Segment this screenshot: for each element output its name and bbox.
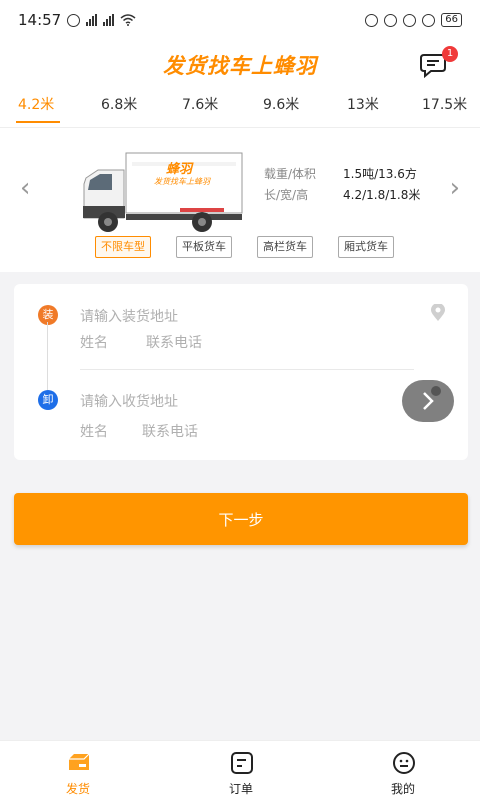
tab-13m[interactable]: 13米	[347, 94, 379, 114]
nav-profile[interactable]: 我的	[363, 741, 443, 800]
active-tab-indicator	[16, 121, 60, 123]
notification-icon	[67, 13, 81, 27]
vibrate-icon	[365, 13, 379, 27]
swap-address-button[interactable]	[402, 380, 454, 422]
tab-4-2m[interactable]: 4.2米	[18, 94, 54, 114]
load-name-input[interactable]: 姓名	[80, 332, 108, 352]
nav-profile-label: 我的	[390, 782, 415, 796]
truck-brand-text: 蜂羽	[166, 162, 193, 177]
nav-ship[interactable]: 发货	[38, 741, 118, 800]
profile-icon	[393, 752, 415, 774]
status-time: 14:57	[18, 11, 62, 29]
unload-name-input[interactable]: 姓名	[80, 421, 108, 441]
load-dot: 装	[38, 305, 58, 325]
status-bar: 14:57 66	[0, 0, 480, 40]
nav-orders-label: 订单	[228, 782, 253, 796]
message-button[interactable]: 1	[420, 46, 458, 79]
location-pin-icon[interactable]	[430, 304, 446, 322]
truck-image: 蜂羽 发货找车上蜂羽	[80, 148, 250, 238]
location-status-icon	[403, 13, 417, 27]
next-arrow-icon[interactable]: ›	[450, 173, 460, 203]
prev-arrow-icon[interactable]: ‹	[20, 173, 30, 203]
length-tabs: 4.2米 6.8米 7.6米 9.6米 13米 17.5米	[0, 90, 480, 128]
unload-dot: 卸	[38, 390, 58, 410]
chip-box-truck[interactable]: 厢式货车	[338, 236, 394, 258]
unload-phone-input[interactable]: 联系电话	[142, 421, 198, 441]
next-step-button[interactable]: 下一步	[14, 493, 468, 545]
chip-flatbed[interactable]: 平板货车	[176, 236, 232, 258]
app-header: 发货找车上蜂羽 1	[0, 40, 480, 90]
chevron-right-icon	[423, 386, 441, 410]
order-icon	[231, 752, 253, 774]
truck-slogan-text: 发货找车上蜂羽	[154, 177, 210, 186]
nfc-icon	[384, 13, 398, 27]
signal-icon	[86, 14, 98, 26]
load-address-input[interactable]: 请输入装货地址	[80, 306, 178, 326]
alarm-icon	[422, 13, 436, 27]
wifi-icon	[120, 14, 136, 26]
page-title: 发货找车上蜂羽	[163, 54, 317, 78]
message-badge: 1	[442, 46, 458, 62]
tab-17-5m[interactable]: 17.5米	[422, 94, 467, 114]
nav-orders[interactable]: 订单	[201, 741, 281, 800]
address-card: 装 请输入装货地址 姓名 联系电话 卸 请输入收货地址 姓名 联系电话	[14, 284, 468, 460]
load-volume-value: 1.5吨/13.6方	[343, 167, 417, 181]
ship-icon	[69, 753, 90, 770]
tab-9-6m[interactable]: 9.6米	[263, 94, 299, 114]
battery-icon: 66	[441, 13, 462, 27]
vehicle-carousel: ‹ 蜂羽 发货找车上蜂羽 载重/体积 1.5吨/13.6方 长/宽/高 4.2/…	[0, 128, 480, 272]
signal-icon-2	[103, 14, 115, 26]
bottom-nav: 发货 订单 我的	[0, 740, 480, 800]
load-volume-label: 载重/体积	[264, 167, 317, 181]
tab-7-6m[interactable]: 7.6米	[182, 94, 218, 114]
tab-6-8m[interactable]: 6.8米	[101, 94, 137, 114]
chip-high-rail[interactable]: 高栏货车	[257, 236, 313, 258]
nav-ship-label: 发货	[65, 782, 90, 796]
dimensions-value: 4.2/1.8/1.8米	[343, 188, 421, 202]
chip-any-type[interactable]: 不限车型	[95, 236, 151, 258]
divider	[80, 369, 414, 370]
load-phone-input[interactable]: 联系电话	[146, 332, 202, 352]
dimensions-label: 长/宽/高	[264, 188, 309, 202]
unload-address-input[interactable]: 请输入收货地址	[80, 391, 178, 411]
